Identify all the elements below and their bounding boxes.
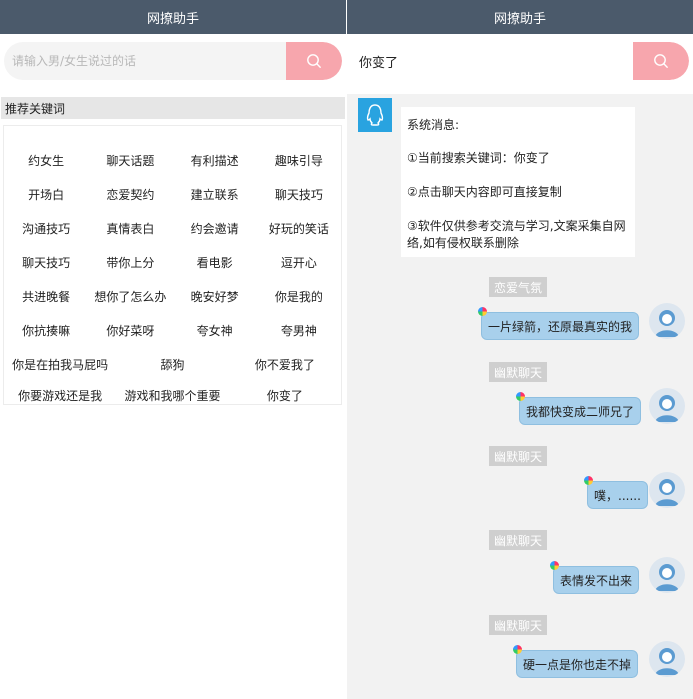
keyword-row: 你要游戏还是我 游戏和我哪个重要 你变了 <box>4 385 341 405</box>
keyword-item[interactable]: 你抗揍嘛 <box>4 322 88 339</box>
left-title-bar: 网撩助手 <box>0 0 346 34</box>
user-avatar <box>649 303 685 339</box>
qq-penguin-icon <box>366 104 384 126</box>
system-message-heading: 系统消息: <box>407 118 460 132</box>
bubble-pin-icon <box>478 307 487 316</box>
message-bubble[interactable]: 一片绿箭，还原最真实的我 <box>478 307 640 340</box>
keyword-item[interactable]: 夸男神 <box>257 322 341 339</box>
message-text: 我都快变成二师兄了 <box>526 404 635 419</box>
user-avatar-icon <box>655 310 679 337</box>
keyword-item[interactable]: 建立联系 <box>173 186 257 203</box>
keyword-item[interactable]: 带你上分 <box>88 254 172 271</box>
keyword-item[interactable]: 约女生 <box>4 152 88 169</box>
keyword-item[interactable]: 想你了怎么办 <box>88 288 172 305</box>
right-title-bar: 网撩助手 <box>347 0 693 34</box>
recommended-keywords-heading: 推荐关键词 <box>1 97 345 119</box>
keyword-item[interactable]: 你是我的 <box>257 288 341 305</box>
right-search-box <box>351 42 689 80</box>
app-title: 网撩助手 <box>146 11 199 27</box>
keyword-item[interactable]: 共进晚餐 <box>4 288 88 305</box>
app-root: 网撩助手 推荐关键词 约女生 聊天话题 有利描述 趣味引导 开场白 恋爱契约 <box>0 0 693 699</box>
system-message-line: ②点击聊天内容即可直接复制 <box>407 185 562 199</box>
message-category-tag: 幽默聊天 <box>489 362 548 382</box>
message-bubble[interactable]: 噗，...... <box>584 476 648 509</box>
left-search-area <box>0 34 346 94</box>
bubble-pin-icon <box>550 561 559 570</box>
user-avatar-icon <box>655 648 679 675</box>
message-category-tag: 幽默聊天 <box>489 446 548 466</box>
system-message-line: ①当前搜索关键词：你变了 <box>407 151 550 165</box>
keyword-item[interactable]: 游戏和我哪个重要 <box>116 387 228 404</box>
system-message-line: ③软件仅供参考交流与学习,文案采集自网络,如有侵权联系删除 <box>407 219 626 250</box>
keyword-item[interactable]: 聊天技巧 <box>257 186 341 203</box>
keyword-item[interactable]: 聊天话题 <box>88 152 172 169</box>
user-avatar <box>649 557 685 593</box>
user-avatar-icon <box>655 564 679 591</box>
left-search-button[interactable] <box>286 42 342 80</box>
keyword-item[interactable]: 你不爱我了 <box>229 356 341 373</box>
message-category-tag: 恋爱气氛 <box>489 277 548 297</box>
search-icon <box>307 54 321 68</box>
keyword-item[interactable]: 舔狗 <box>116 356 228 373</box>
keyword-item[interactable]: 你是在拍我马屁吗 <box>4 356 116 373</box>
message-category-tag: 幽默聊天 <box>489 530 548 550</box>
keyword-item[interactable]: 你变了 <box>229 387 341 404</box>
keyword-item[interactable]: 你好菜呀 <box>88 322 172 339</box>
message-text: 硬一点是你也走不掉 <box>523 657 632 672</box>
keyword-item[interactable]: 沟通技巧 <box>4 220 88 237</box>
user-avatar-icon <box>655 395 679 422</box>
keyword-row: 沟通技巧 真情表白 约会邀请 好玩的笑话 <box>4 218 341 238</box>
message-text: 噗，...... <box>594 488 641 503</box>
chat-area: 系统消息: ①当前搜索关键词：你变了 ②点击聊天内容即可直接复制 ③软件仅供参考… <box>353 95 693 699</box>
system-message-card[interactable]: 系统消息: ①当前搜索关键词：你变了 ②点击聊天内容即可直接复制 ③软件仅供参考… <box>401 107 635 257</box>
left-search-input[interactable] <box>4 42 282 80</box>
right-search-button[interactable] <box>633 42 689 80</box>
keyword-item[interactable]: 逗开心 <box>257 254 341 271</box>
section-title: 推荐关键词 <box>5 101 66 116</box>
keyword-grid: 约女生 聊天话题 有利描述 趣味引导 开场白 恋爱契约 建立联系 聊天技巧 沟通… <box>3 125 342 405</box>
keyword-item[interactable]: 你要游戏还是我 <box>4 387 116 404</box>
user-avatar <box>649 472 685 508</box>
system-avatar <box>358 98 392 132</box>
keyword-item[interactable]: 好玩的笑话 <box>257 220 341 237</box>
user-avatar <box>649 388 685 424</box>
keyword-row: 聊天技巧 带你上分 看电影 逗开心 <box>4 252 341 272</box>
bubble-pin-icon <box>584 476 593 485</box>
search-icon <box>654 54 668 68</box>
keyword-item[interactable]: 有利描述 <box>173 152 257 169</box>
left-screen: 网撩助手 推荐关键词 约女生 聊天话题 有利描述 趣味引导 开场白 恋爱契约 <box>0 0 346 699</box>
keyword-item[interactable]: 晚安好梦 <box>173 288 257 305</box>
keyword-item[interactable]: 看电影 <box>173 254 257 271</box>
keyword-item[interactable]: 约会邀请 <box>173 220 257 237</box>
keyword-item[interactable]: 恋爱契约 <box>88 186 172 203</box>
message-bubble[interactable]: 我都快变成二师兄了 <box>516 392 642 425</box>
message-bubble[interactable]: 硬一点是你也走不掉 <box>513 645 639 678</box>
message-text: 一片绿箭，还原最真实的我 <box>488 319 633 334</box>
left-search-box <box>4 42 342 80</box>
keyword-row: 你是在拍我马屁吗 舔狗 你不爱我了 <box>4 354 341 374</box>
keyword-item[interactable]: 趣味引导 <box>257 152 341 169</box>
bubble-pin-icon <box>513 645 522 654</box>
keyword-row: 开场白 恋爱契约 建立联系 聊天技巧 <box>4 184 341 204</box>
message-category-tag: 幽默聊天 <box>489 615 548 635</box>
app-title: 网撩助手 <box>493 11 546 27</box>
user-avatar <box>649 641 685 677</box>
keyword-item[interactable]: 开场白 <box>4 186 88 203</box>
right-search-area <box>347 34 693 94</box>
keyword-row: 你抗揍嘛 你好菜呀 夸女神 夸男神 <box>4 320 341 340</box>
keyword-row: 约女生 聊天话题 有利描述 趣味引导 <box>4 150 341 170</box>
user-avatar-icon <box>655 479 679 506</box>
keyword-item[interactable]: 夸女神 <box>173 322 257 339</box>
keyword-row: 共进晚餐 想你了怎么办 晚安好梦 你是我的 <box>4 286 341 306</box>
keyword-item[interactable]: 真情表白 <box>88 220 172 237</box>
bubble-pin-icon <box>516 392 525 401</box>
keyword-item[interactable]: 聊天技巧 <box>4 254 88 271</box>
message-text: 表情发不出来 <box>560 573 633 588</box>
right-screen: 网撩助手 系统消息: ①当前搜索关键词：你变了 ②点击聊天内容即可直接复制 ③软… <box>347 0 693 699</box>
message-bubble[interactable]: 表情发不出来 <box>550 561 640 594</box>
right-search-input[interactable] <box>351 42 629 80</box>
